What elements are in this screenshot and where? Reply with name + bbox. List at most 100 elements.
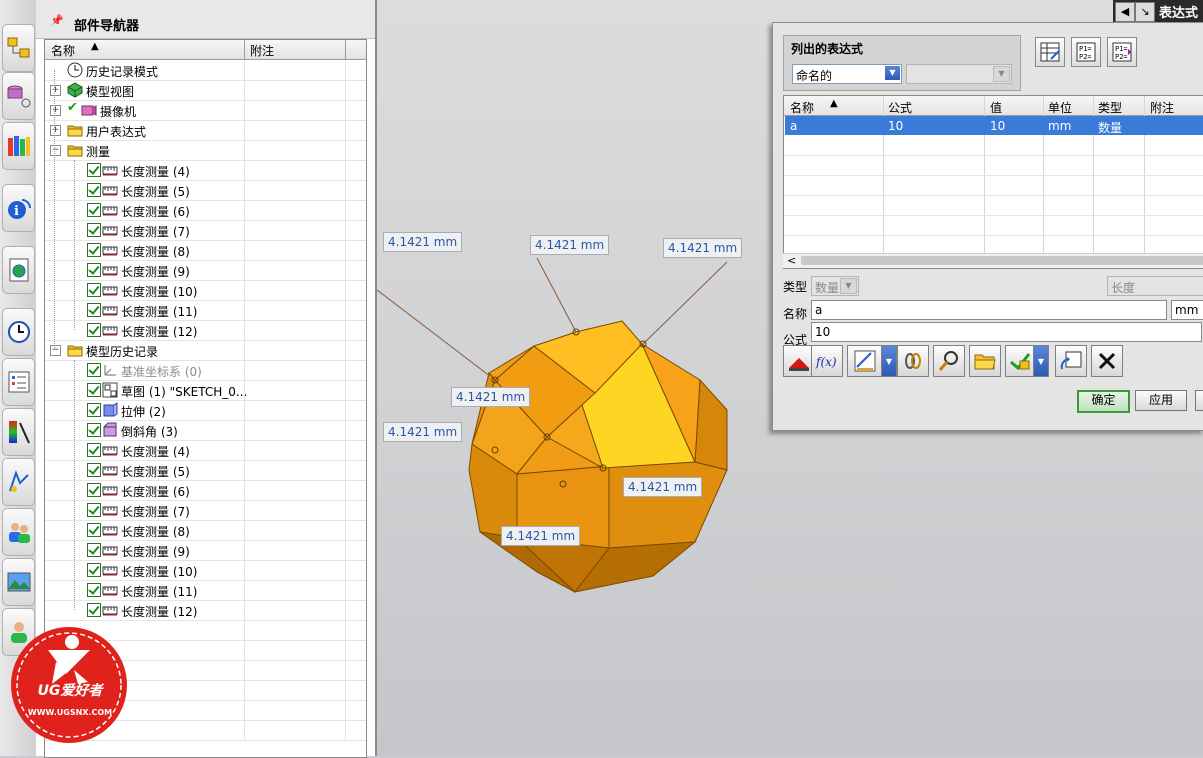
visibility-checkbox[interactable] bbox=[87, 203, 101, 217]
scroll-thumb[interactable] bbox=[801, 256, 1203, 265]
type-select[interactable]: 数量 ▼ bbox=[811, 276, 859, 296]
tree-row[interactable]: 长度测量 (4) bbox=[45, 440, 366, 461]
tree-row[interactable]: 历史记录模式 bbox=[45, 60, 366, 81]
info-icon[interactable]: i bbox=[2, 184, 35, 232]
chevron-down-icon[interactable]: ▼ bbox=[881, 345, 897, 377]
tree-row[interactable]: 长度测量 (12) bbox=[45, 600, 366, 621]
tree-row[interactable]: 长度测量 (9) bbox=[45, 260, 366, 281]
palette-icon[interactable] bbox=[2, 408, 35, 456]
tree-row[interactable]: + 模型视图 bbox=[45, 80, 366, 101]
dimension-label[interactable]: 4.1421 mm bbox=[451, 387, 531, 407]
visibility-checkbox[interactable] bbox=[87, 283, 101, 297]
tree-row[interactable]: 长度测量 (10) bbox=[45, 560, 366, 581]
visibility-checkbox[interactable] bbox=[87, 223, 101, 237]
tree-row[interactable]: 长度测量 (12) bbox=[45, 320, 366, 341]
expressions-table[interactable]: 名称 ▲ 公式 值 单位 类型 附注 a 10 10 mm 数量 bbox=[783, 95, 1203, 269]
tree-row[interactable]: 拉伸 (2) bbox=[45, 400, 366, 421]
visibility-checkbox[interactable] bbox=[87, 183, 101, 197]
tree-row[interactable]: − 测量 bbox=[45, 140, 366, 161]
tree-row[interactable]: 长度测量 (5) bbox=[45, 180, 366, 201]
constraint-navigator-icon[interactable] bbox=[2, 72, 35, 120]
expand-icon[interactable]: + bbox=[50, 85, 61, 96]
tree-row[interactable]: 倒斜角 (3) bbox=[45, 420, 366, 441]
tree-row[interactable]: + ✔ 摄像机 bbox=[45, 100, 366, 121]
visibility-checkbox[interactable] bbox=[87, 523, 101, 537]
visibility-checkbox[interactable] bbox=[87, 363, 101, 377]
roles-icon[interactable] bbox=[2, 508, 35, 556]
visibility-checkbox[interactable] bbox=[87, 443, 101, 457]
chevron-down-icon[interactable]: ▼ bbox=[1033, 345, 1049, 377]
visibility-checkbox[interactable] bbox=[87, 543, 101, 557]
delete-icon[interactable] bbox=[1091, 345, 1123, 377]
spreadsheet-edit-button[interactable] bbox=[1035, 37, 1065, 67]
tree-row[interactable]: + 用户表达式 bbox=[45, 120, 366, 141]
visibility-checkbox[interactable] bbox=[87, 243, 101, 257]
column-header-name[interactable]: 名称 bbox=[51, 42, 75, 59]
visibility-checkbox[interactable] bbox=[87, 563, 101, 577]
formula-input[interactable]: 10 bbox=[811, 322, 1202, 342]
horizontal-scrollbar[interactable]: < bbox=[783, 253, 1203, 268]
tree-row[interactable]: − 模型历史记录 bbox=[45, 340, 366, 361]
column-header-value[interactable]: 值 bbox=[990, 99, 1002, 116]
sort-ascending-icon[interactable]: ▲ bbox=[91, 41, 99, 52]
collapse-icon[interactable]: − bbox=[50, 145, 61, 156]
chevron-down-icon[interactable]: ▼ bbox=[885, 66, 900, 80]
dimension-label[interactable]: 4.1421 mm bbox=[530, 235, 610, 255]
dimension-select[interactable]: 长度 bbox=[1107, 276, 1203, 296]
column-header-formula[interactable]: 公式 bbox=[888, 99, 912, 116]
link-icon[interactable] bbox=[897, 345, 929, 377]
visibility-checkbox[interactable] bbox=[87, 303, 101, 317]
dimension-label[interactable]: 4.1421 mm bbox=[383, 232, 463, 252]
expand-icon[interactable]: + bbox=[50, 125, 61, 136]
tree-row[interactable]: 长度测量 (11) bbox=[45, 300, 366, 321]
dimension-label[interactable]: 4.1421 mm bbox=[663, 238, 743, 258]
visibility-checkbox[interactable] bbox=[87, 503, 101, 517]
visibility-checkbox[interactable] bbox=[87, 323, 101, 337]
name-input[interactable]: a bbox=[811, 300, 1167, 320]
collapse-icon[interactable]: − bbox=[50, 345, 61, 356]
unit-select[interactable]: mm bbox=[1171, 300, 1203, 320]
visibility-checkbox[interactable] bbox=[87, 603, 101, 617]
visibility-checkbox[interactable] bbox=[87, 383, 101, 397]
function-button[interactable]: f(x) bbox=[811, 345, 843, 377]
column-header-note[interactable]: 附注 bbox=[250, 42, 274, 59]
tree-row[interactable]: 长度测量 (7) bbox=[45, 220, 366, 241]
visibility-checkbox[interactable] bbox=[87, 263, 101, 277]
filter-select[interactable]: 命名的 ▼ bbox=[792, 64, 902, 84]
system-scene-icon[interactable] bbox=[2, 458, 35, 506]
collapse-left-icon[interactable]: ◀ bbox=[1115, 2, 1135, 22]
column-header-type[interactable]: 类型 bbox=[1098, 99, 1122, 116]
dimension-label[interactable]: 4.1421 mm bbox=[383, 422, 463, 442]
reuse-library-icon[interactable] bbox=[2, 122, 35, 170]
expand-icon[interactable]: + bbox=[50, 105, 61, 116]
tree-row[interactable]: 长度测量 (7) bbox=[45, 500, 366, 521]
tree-row[interactable]: 草图 (1) "SKETCH_0... bbox=[45, 380, 366, 401]
visibility-checkbox[interactable] bbox=[87, 163, 101, 177]
column-header-note[interactable]: 附注 bbox=[1150, 99, 1174, 116]
scroll-left-icon[interactable]: < bbox=[787, 254, 796, 267]
tree-row[interactable]: 长度测量 (4) bbox=[45, 160, 366, 181]
tree-row[interactable]: 长度测量 (6) bbox=[45, 480, 366, 501]
landscape-image-icon[interactable] bbox=[2, 558, 35, 606]
sheet-refresh-icon[interactable] bbox=[1055, 345, 1087, 377]
cancel-button[interactable] bbox=[1195, 390, 1203, 411]
tree-row[interactable]: 长度测量 (9) bbox=[45, 540, 366, 561]
visibility-checkbox[interactable] bbox=[87, 463, 101, 477]
apply-button[interactable]: 应用 bbox=[1135, 390, 1187, 411]
import-expressions-button[interactable]: P1= P2= bbox=[1071, 37, 1101, 67]
secondary-filter-select[interactable]: ▼ bbox=[906, 64, 1012, 84]
check-icon[interactable] bbox=[1005, 345, 1035, 377]
sort-ascending-icon[interactable]: ▲ bbox=[830, 98, 838, 109]
ok-button[interactable]: 确定 bbox=[1077, 390, 1130, 413]
web-browser-icon[interactable] bbox=[2, 246, 35, 294]
assembly-navigator-icon[interactable] bbox=[2, 24, 35, 72]
column-header-unit[interactable]: 单位 bbox=[1048, 99, 1072, 116]
open-folder-icon[interactable] bbox=[969, 345, 1001, 377]
tree-row[interactable]: 长度测量 (6) bbox=[45, 200, 366, 221]
visibility-checkbox[interactable] bbox=[87, 583, 101, 597]
measure-button[interactable] bbox=[847, 345, 883, 377]
export-expressions-button[interactable]: P1= P2= bbox=[1107, 37, 1137, 67]
tree-row[interactable]: 长度测量 (10) bbox=[45, 280, 366, 301]
dimension-label[interactable]: 4.1421 mm bbox=[501, 526, 581, 546]
tree-row[interactable]: 长度测量 (8) bbox=[45, 520, 366, 541]
